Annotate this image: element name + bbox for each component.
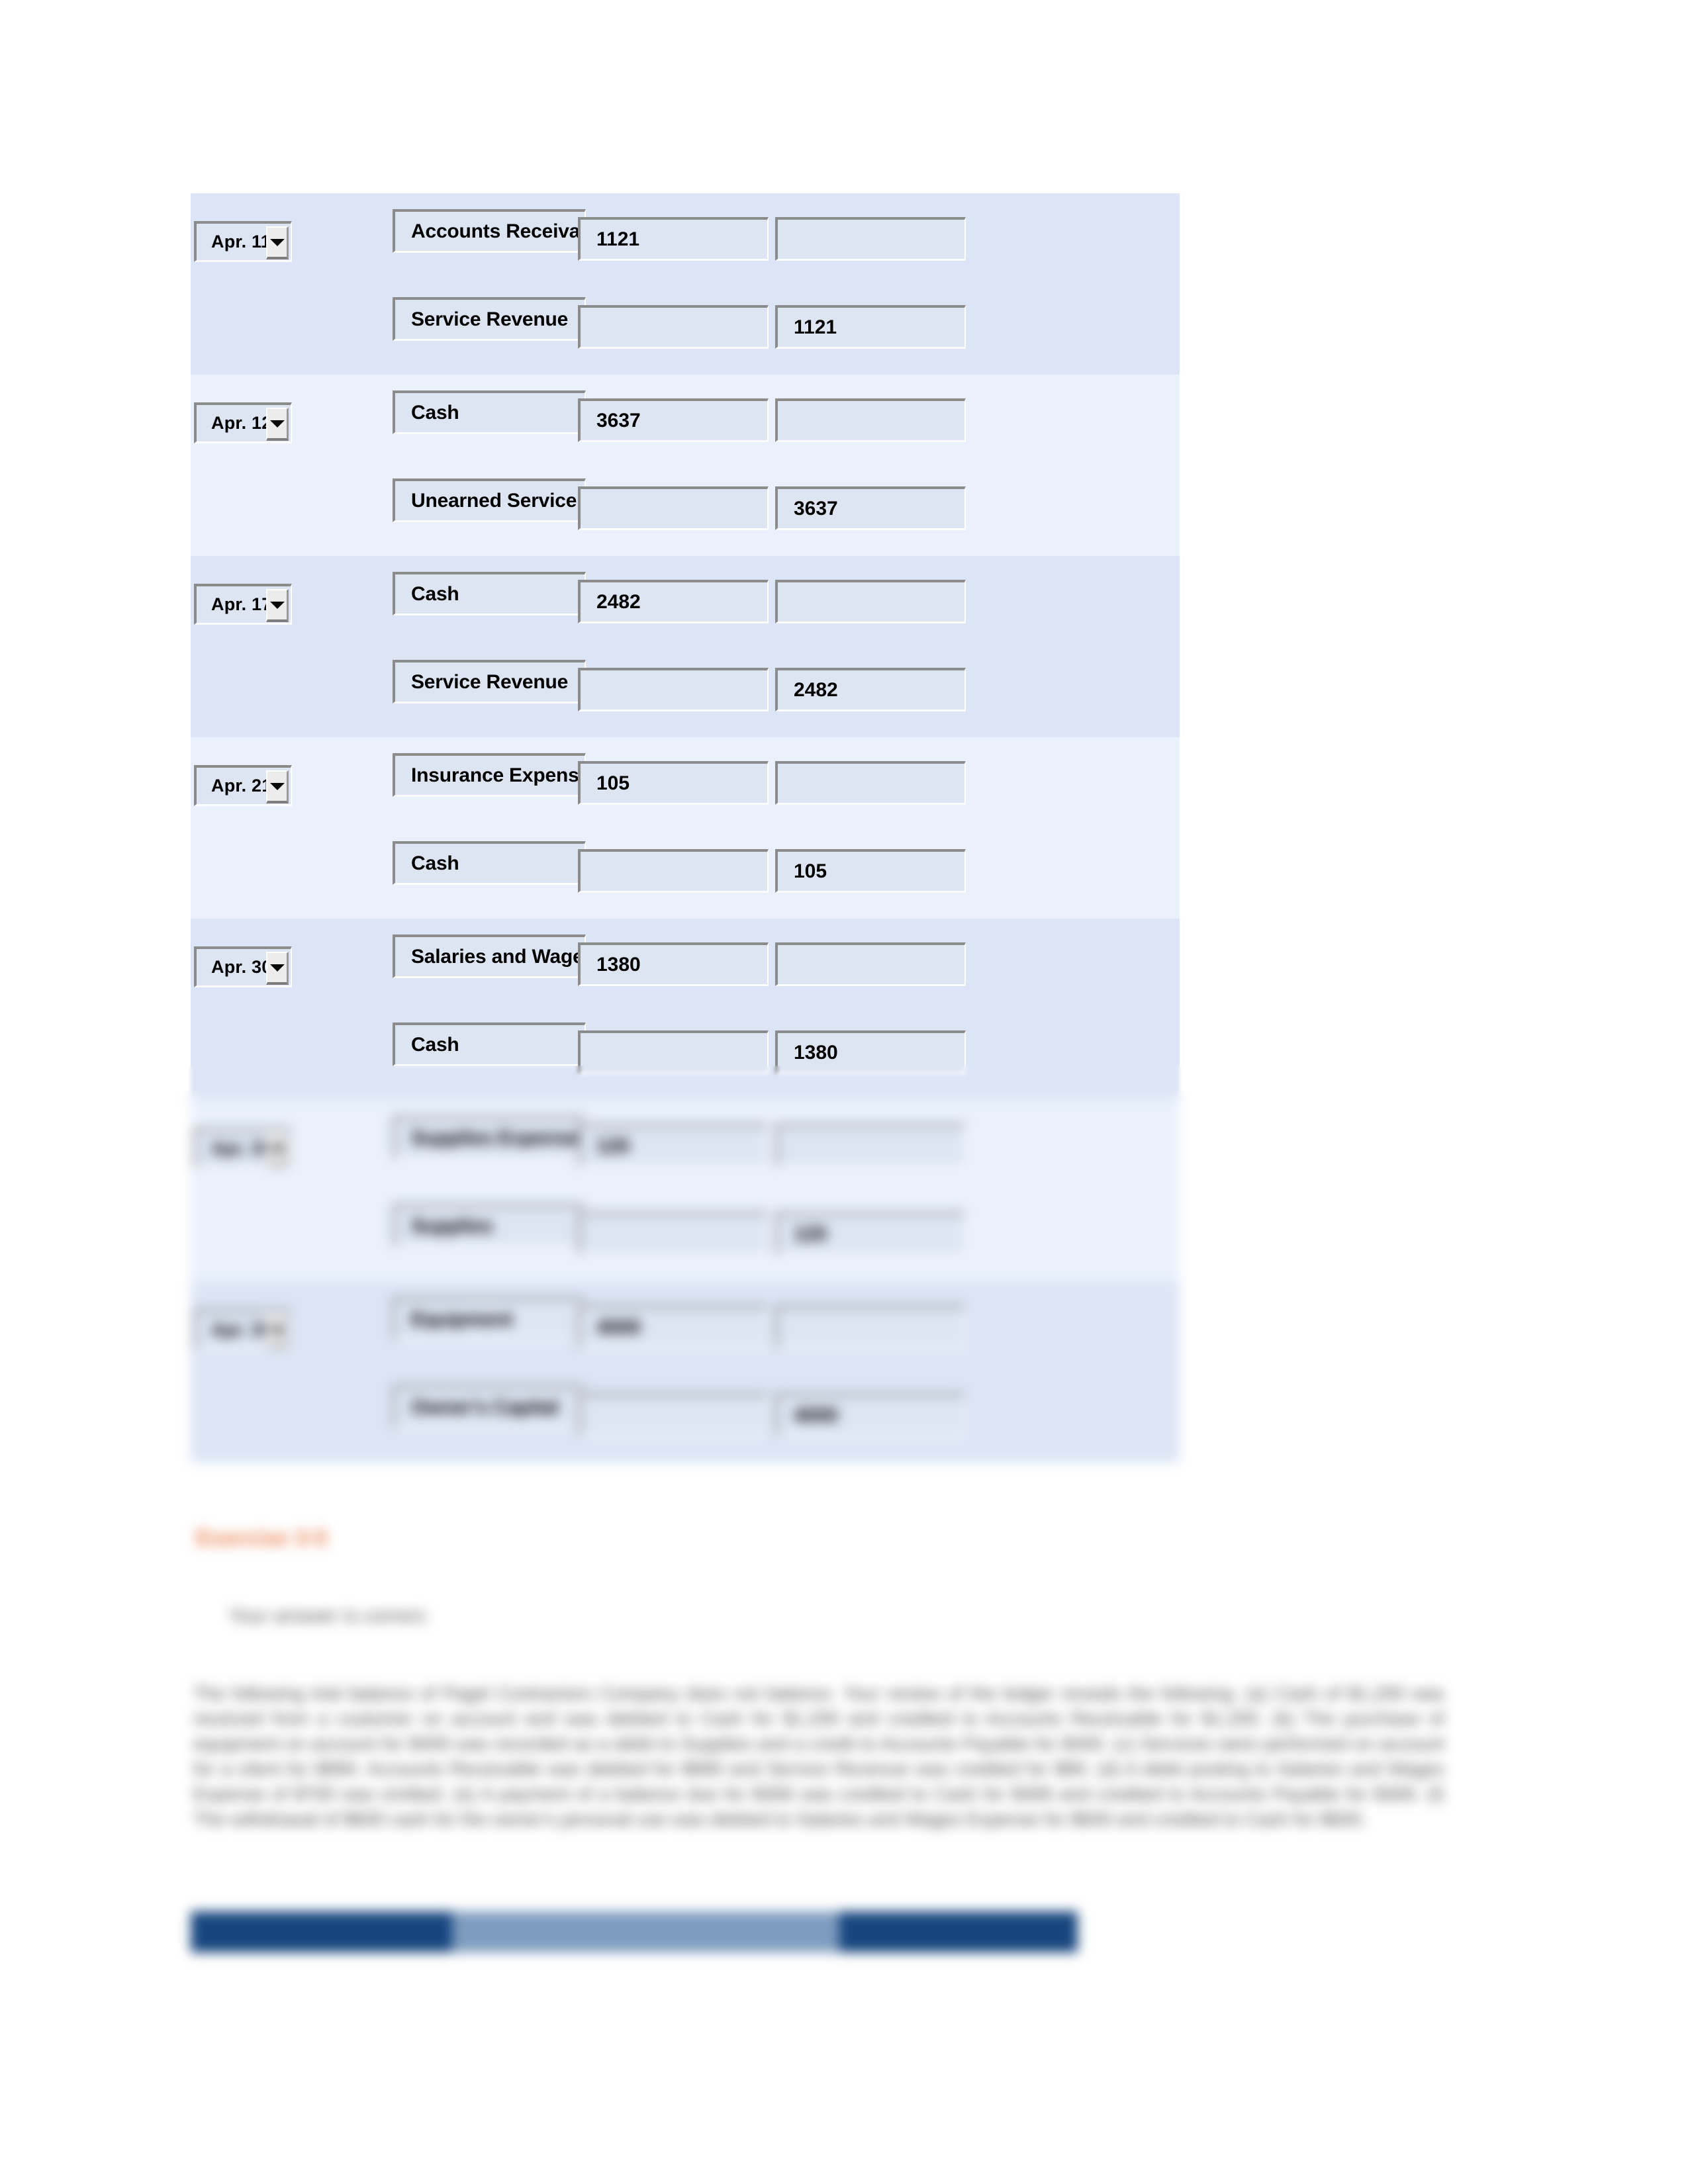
exercise-heading: Exercise 3-5 [196, 1525, 328, 1551]
chevron-down-icon[interactable] [266, 770, 289, 803]
credit-amount-input[interactable] [775, 217, 966, 261]
account-name-input[interactable]: Cash [393, 1023, 586, 1066]
account-name-input[interactable]: Cash [393, 572, 586, 615]
credit-amount-input[interactable]: 1380 [775, 1030, 966, 1074]
account-name-input[interactable]: Cash [393, 841, 586, 885]
debit-amount-input[interactable] [578, 305, 769, 349]
journal-entry-group: Apr. 11Accounts Receivable1121Service Re… [191, 193, 1180, 375]
journal-entry-group: Apr. 12Cash3637Unearned Service Revenue3… [191, 375, 1180, 556]
problem-statement-paragraph: The following trial balance of Pagel Con… [193, 1683, 1444, 1829]
chevron-down-icon[interactable] [266, 226, 289, 259]
credit-amount-input[interactable] [775, 1124, 966, 1167]
journal-entry-group: Apr. 30Salaries and Wages Expense1380Cas… [191, 919, 1180, 1100]
journal-entry-row: Service Revenue 2482 [191, 647, 1180, 737]
journal-entry-row: Cash 1380 [191, 1009, 1180, 1100]
journal-entry-row: Unearned Service Revenue 3637 [191, 465, 1180, 556]
credit-amount-input[interactable] [775, 761, 966, 805]
account-name-input[interactable]: Accounts Receivable [393, 209, 586, 253]
debit-amount-input[interactable]: 105 [578, 761, 769, 805]
chevron-down-icon[interactable] [266, 952, 289, 985]
chevron-down-icon[interactable] [266, 1314, 289, 1347]
account-name-input[interactable]: Unearned Service Revenue [393, 478, 586, 522]
chevron-down-glyph [269, 782, 285, 790]
credit-amount-input[interactable]: 120 [775, 1212, 966, 1255]
journal-entry-row: Owner's Capital 4000 [191, 1372, 1180, 1463]
credit-amount-input[interactable] [775, 1305, 966, 1349]
journal-entry-row: Apr. 12 Cash 3637 [191, 375, 1180, 465]
journal-entry-row: Cash 105 [191, 828, 1180, 919]
journal-entry-row: Apr. 30 Equipment 4000 [191, 1281, 1180, 1372]
credit-amount-input[interactable] [775, 942, 966, 986]
debit-amount-input[interactable] [578, 486, 769, 530]
chevron-down-icon[interactable] [266, 1133, 289, 1166]
credit-amount-input[interactable] [775, 398, 966, 442]
debit-amount-input[interactable]: 120 [578, 1124, 769, 1167]
progress-bar-label [452, 1911, 839, 1952]
debit-amount-input[interactable] [578, 849, 769, 893]
chevron-down-glyph [269, 420, 285, 428]
answer-status-text: Your answer is correct. [228, 1605, 430, 1627]
chevron-down-glyph [269, 1145, 285, 1153]
date-select[interactable]: Apr. 17 [194, 584, 292, 625]
credit-amount-input[interactable] [775, 580, 966, 623]
debit-amount-input[interactable]: 2482 [578, 580, 769, 623]
debit-amount-input[interactable]: 4000 [578, 1305, 769, 1349]
date-select[interactable]: Apr. 21 [194, 765, 292, 806]
date-select[interactable]: Apr. 12 [194, 402, 292, 443]
progress-bar[interactable] [191, 1911, 1078, 1952]
journal-entry-group: Apr. 30 Equipment 4000 Owner's Capital 4000 [191, 1281, 1180, 1463]
progress-bar-segment-right [839, 1911, 1078, 1952]
account-name-input[interactable]: Equipment [393, 1297, 586, 1341]
account-name-input[interactable]: Service Revenue [393, 660, 586, 704]
debit-amount-input[interactable]: 1380 [578, 942, 769, 986]
credit-amount-input[interactable]: 105 [775, 849, 966, 893]
journal-entry-row: Apr. 11 Accounts Receivable1121 [191, 193, 1180, 284]
debit-amount-input[interactable] [578, 1212, 769, 1255]
credit-amount-input[interactable]: 4000 [775, 1393, 966, 1437]
progress-bar-segment-left [191, 1911, 452, 1952]
chevron-down-glyph [269, 601, 285, 609]
date-select[interactable]: Apr. 30 [194, 946, 292, 987]
account-name-input[interactable]: Insurance Expense [393, 753, 586, 797]
credit-amount-input[interactable]: 1121 [775, 305, 966, 349]
journal-entry-group: Apr. 21 Insurance Expense 105 Cash 105 [191, 737, 1180, 919]
date-select[interactable]: Apr. 30 [194, 1128, 292, 1169]
account-name-input[interactable]: Supplies [393, 1204, 586, 1248]
debit-amount-input[interactable]: 3637 [578, 398, 769, 442]
debit-amount-input[interactable]: 1121 [578, 217, 769, 261]
journal-entry-group: Apr. 17 Cash 2482 Service Revenue 2482 [191, 556, 1180, 737]
chevron-down-glyph [269, 1326, 285, 1334]
chevron-down-glyph [269, 238, 285, 246]
debit-amount-input[interactable] [578, 1030, 769, 1074]
chevron-down-icon[interactable] [266, 589, 289, 622]
journal-entry-row: Service Revenue 1121 [191, 284, 1180, 375]
journal-entry-row: Supplies 120 [191, 1191, 1180, 1281]
chevron-down-glyph [269, 964, 285, 972]
date-select[interactable]: Apr. 11 [194, 221, 292, 262]
debit-amount-input[interactable] [578, 1393, 769, 1437]
account-name-input[interactable]: Salaries and Wages Expense [393, 934, 586, 978]
journal-entry-group: Apr. 30 Supplies Expense 120 Supplies 120 [191, 1100, 1180, 1281]
account-name-input[interactable]: Owner's Capital [393, 1385, 586, 1429]
account-name-input[interactable]: Supplies Expense [393, 1116, 586, 1160]
credit-amount-input[interactable]: 3637 [775, 486, 966, 530]
chevron-down-icon[interactable] [266, 408, 289, 441]
journal-entry-row: Apr. 17 Cash 2482 [191, 556, 1180, 647]
credit-amount-input[interactable]: 2482 [775, 668, 966, 711]
journal-entry-table: Apr. 11Accounts Receivable1121Service Re… [191, 193, 1180, 1463]
journal-entry-row: Apr. 30 Supplies Expense 120 [191, 1100, 1180, 1191]
account-name-input[interactable]: Service Revenue [393, 297, 586, 341]
journal-entry-row: Apr. 30 Salaries and Wages Expense1380 [191, 919, 1180, 1009]
journal-entry-row: Apr. 21 Insurance Expense 105 [191, 737, 1180, 828]
account-name-input[interactable]: Cash [393, 390, 586, 434]
debit-amount-input[interactable] [578, 668, 769, 711]
date-select[interactable]: Apr. 30 [194, 1309, 292, 1350]
